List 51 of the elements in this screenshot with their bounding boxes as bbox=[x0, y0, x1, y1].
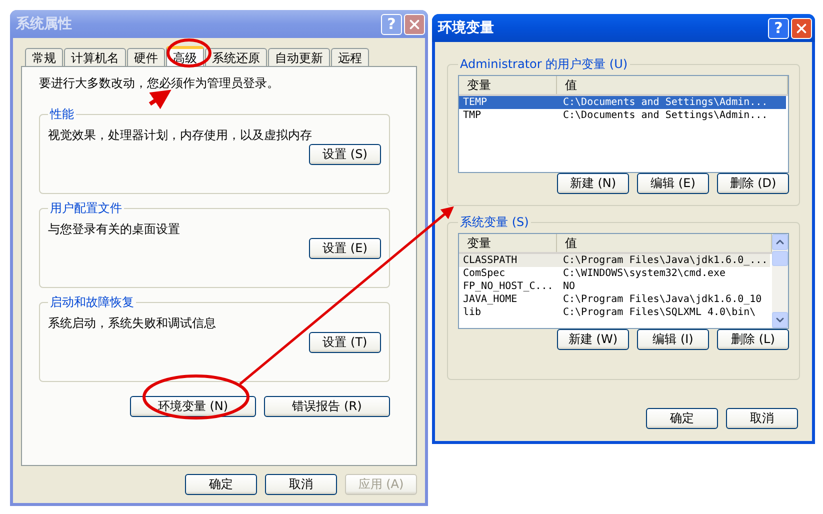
list-action-button[interactable]: 删除 (L) bbox=[717, 329, 789, 350]
scrollbar[interactable] bbox=[772, 234, 788, 328]
environment-variables-button[interactable]: 环境变量 (N) bbox=[130, 396, 256, 417]
settings-button[interactable]: 设置 (S) bbox=[309, 144, 381, 165]
list-row[interactable]: lib C:\Program Files\SQLXML 4.0\bin\ bbox=[459, 306, 770, 319]
list-action-button[interactable]: 新建 (N) bbox=[557, 173, 629, 194]
list-action-button[interactable]: 编辑 (I) bbox=[637, 329, 709, 350]
dialog-button[interactable]: 确定 bbox=[646, 408, 718, 429]
close-button[interactable] bbox=[404, 14, 425, 34]
tab[interactable]: 硬件 bbox=[127, 48, 165, 66]
variable-list[interactable]: 变量 值 CLASSPATH C:\Program Files\Java\jdk1.6.0_... ComSpec C:\WINDOWS\system32\cmd.exe FP_NO_HOST_C... NO JAVA_HOME C:\Program Files\Java\jdk1.6.0_10 lib C:\Program Files\SQLXML 4.0\bin\ bbox=[458, 233, 789, 329]
list-row[interactable]: TEMP C:\Documents and Settings\Admin... bbox=[459, 96, 786, 109]
group-title: 系统变量 (S) bbox=[459, 214, 530, 231]
tab[interactable]: 远程 bbox=[331, 48, 369, 66]
list-action-button[interactable]: 删除 (D) bbox=[717, 173, 789, 194]
dialog-button[interactable]: 确定 bbox=[185, 474, 257, 495]
group-title: 启动和故障恢复 bbox=[49, 294, 135, 311]
window-title: 系统属性 bbox=[16, 15, 73, 33]
list-row[interactable]: JAVA_HOME C:\Program Files\Java\jdk1.6.0_10 bbox=[459, 293, 770, 306]
group-description: 系统启动，系统失败和调试信息 bbox=[48, 315, 217, 332]
annotation-arrow bbox=[148, 90, 172, 110]
dialog-button[interactable]: 取消 bbox=[265, 474, 337, 495]
group-description: 视觉效果，处理器计划，内存使用，以及虚拟内存 bbox=[48, 127, 313, 144]
settings-button[interactable]: 设置 (E) bbox=[309, 238, 381, 259]
list-row[interactable]: ComSpec C:\WINDOWS\system32\cmd.exe bbox=[459, 267, 770, 280]
settings-button[interactable]: 设置 (T) bbox=[309, 332, 381, 353]
group-description: 与您登录有关的桌面设置 bbox=[48, 221, 181, 238]
group-title: 用户配置文件 bbox=[49, 200, 123, 217]
error-report-button[interactable]: 错误报告 (R) bbox=[264, 396, 390, 417]
column-header[interactable]: 值 bbox=[557, 76, 788, 94]
tab[interactable]: 系统还原 bbox=[205, 48, 267, 66]
tab[interactable]: 常规 bbox=[25, 48, 63, 66]
list-row[interactable]: CLASSPATH C:\Program Files\Java\jdk1.6.0_... bbox=[459, 254, 770, 267]
help-button[interactable]: ? bbox=[768, 18, 789, 38]
notice-text: 要进行大多数改动，您必须作为管理员登录。 bbox=[39, 75, 279, 92]
tab[interactable]: 自动更新 bbox=[268, 48, 330, 66]
column-header[interactable]: 变量 bbox=[459, 234, 557, 252]
group-title: 性能 bbox=[48, 106, 75, 123]
annotation-circle bbox=[166, 38, 212, 68]
column-header[interactable]: 变量 bbox=[459, 76, 557, 94]
variable-list[interactable]: 变量 值 TEMP C:\Documents and Settings\Admin... TMP C:\Documents and Settings\Admin... bbox=[458, 75, 789, 173]
dialog-button[interactable]: 取消 bbox=[726, 408, 798, 429]
close-button[interactable] bbox=[791, 18, 812, 38]
group-title: Administrator 的用户变量 (U) bbox=[459, 56, 629, 73]
window-title: 环境变量 bbox=[438, 19, 495, 37]
list-row[interactable]: TMP C:\Documents and Settings\Admin... bbox=[459, 109, 786, 122]
list-row[interactable]: FP_NO_HOST_C... NO bbox=[459, 280, 770, 293]
list-action-button[interactable]: 新建 (W) bbox=[557, 329, 629, 350]
tab[interactable]: 计算机名 bbox=[64, 48, 126, 66]
list-action-button[interactable]: 编辑 (E) bbox=[637, 173, 709, 194]
scroll-thumb[interactable] bbox=[772, 251, 788, 266]
